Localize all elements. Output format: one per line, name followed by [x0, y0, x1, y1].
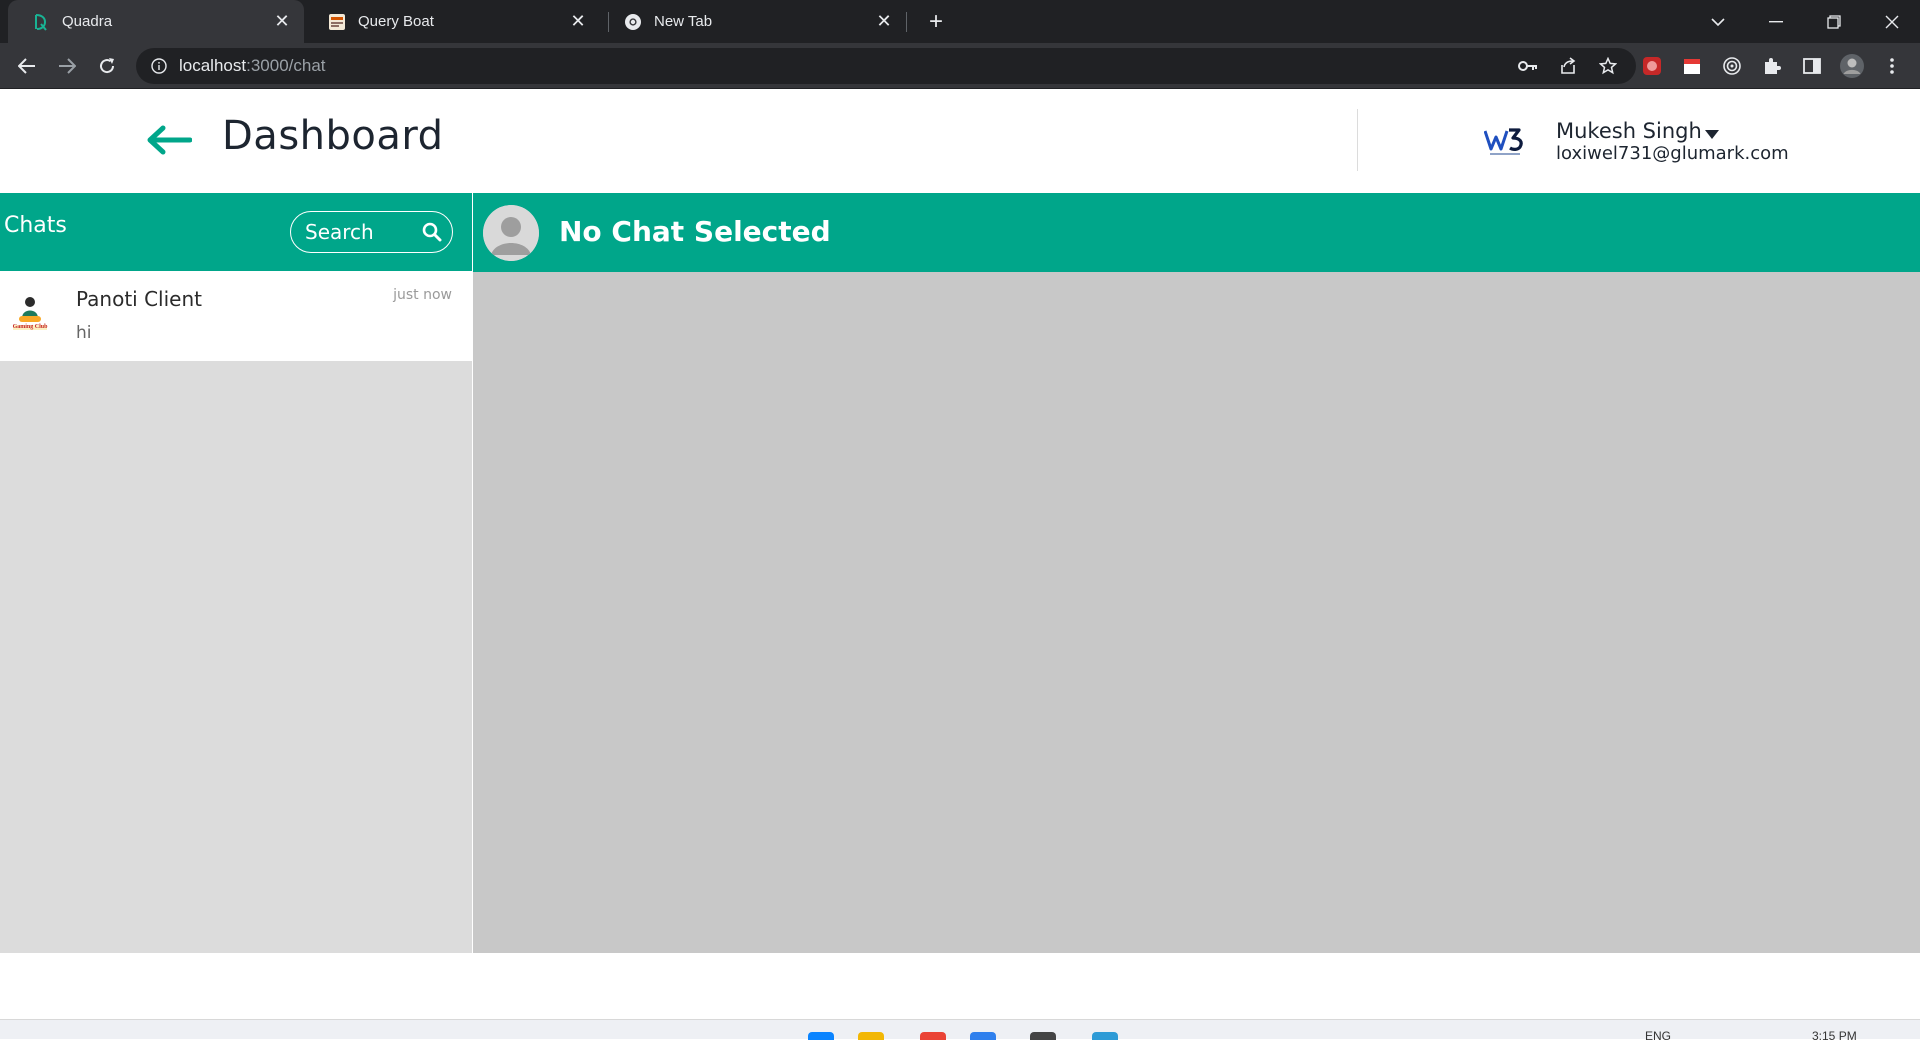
address-bar[interactable]: localhost:3000/chat — [136, 48, 1636, 84]
conversation-pane: No Chat Selected — [473, 193, 1920, 953]
tab-query-boat[interactable]: Query Boat ✕ — [304, 0, 600, 43]
conversation-title: No Chat Selected — [559, 215, 831, 248]
conversation-header: No Chat Selected — [473, 193, 1920, 272]
chat-avatar: Gaming Club — [4, 288, 56, 340]
language-indicator[interactable]: ENG — [1645, 1029, 1671, 1043]
clock[interactable]: 3:15 PM — [1812, 1029, 1857, 1043]
url-host: localhost — [179, 56, 247, 75]
company-logo — [1483, 125, 1526, 159]
chat-name: Panoti Client — [76, 287, 202, 311]
share-icon[interactable] — [1548, 52, 1588, 80]
reload-icon[interactable] — [91, 50, 123, 82]
back-arrow-icon[interactable] — [146, 125, 193, 155]
browser-menu-icon[interactable] — [1878, 52, 1906, 80]
url-path: :3000/chat — [246, 56, 326, 75]
tab-close-icon[interactable]: ✕ — [872, 10, 896, 34]
tab-title: Quadra — [62, 13, 113, 30]
user-menu-caret-icon[interactable] — [1705, 127, 1719, 139]
key-icon[interactable] — [1508, 52, 1548, 80]
query-boat-favicon-icon — [328, 13, 346, 31]
user-name[interactable]: Mukesh Singh — [1556, 119, 1702, 143]
tab-close-icon[interactable]: ✕ — [566, 10, 590, 34]
browser-toolbar: localhost:3000/chat — [0, 43, 1920, 89]
tab-separator — [906, 12, 907, 32]
extension-calendar-icon[interactable] — [1678, 52, 1706, 80]
os-taskbar: ENG 3:15 PM — [0, 1019, 1920, 1043]
browser-tabstrip: Quadra ✕ Query Boat ✕ New Tab ✕ + — [0, 0, 1920, 43]
header-divider — [1357, 109, 1358, 171]
chat-search-box[interactable] — [290, 211, 453, 253]
profile-avatar-icon[interactable] — [1838, 52, 1866, 80]
app-header: Dashboard Mukesh Singh loxiwel731@glumar… — [0, 89, 1920, 193]
bookmark-star-icon[interactable] — [1588, 52, 1628, 80]
extensions-puzzle-icon[interactable] — [1758, 52, 1786, 80]
forward-nav-icon[interactable] — [51, 50, 83, 82]
new-tab-plus-icon[interactable]: + — [922, 8, 950, 36]
omnibox-actions — [1508, 52, 1628, 80]
site-info-icon[interactable] — [149, 56, 169, 76]
minimize-icon[interactable] — [1748, 0, 1804, 43]
tab-new-tab[interactable]: New Tab ✕ — [600, 0, 906, 43]
chat-search-input[interactable] — [303, 219, 418, 245]
url-text: localhost:3000/chat — [179, 56, 326, 76]
tab-search-chevron-icon[interactable] — [1690, 0, 1746, 43]
chrome-icon — [624, 13, 642, 31]
chats-title: Chats — [4, 213, 67, 238]
search-icon[interactable] — [420, 220, 444, 244]
page-title: Dashboard — [222, 113, 444, 159]
restore-icon[interactable] — [1806, 0, 1862, 43]
window-close-icon[interactable] — [1864, 0, 1920, 43]
side-panel-icon[interactable] — [1798, 52, 1826, 80]
user-email: loxiwel731@glumark.com — [1556, 143, 1789, 164]
quadra-favicon-icon — [32, 13, 50, 31]
tab-close-icon[interactable]: ✕ — [270, 10, 294, 34]
tab-title: Query Boat — [358, 13, 434, 30]
chat-avatar-label: Gaming Club — [12, 324, 48, 330]
back-nav-icon[interactable] — [11, 50, 43, 82]
chat-last-message: hi — [76, 323, 92, 343]
extension-target-icon[interactable] — [1718, 52, 1746, 80]
chat-list-header: Chats — [0, 193, 472, 271]
default-avatar-icon — [483, 205, 539, 261]
chat-list-pane: Chats Gaming Club Panoti Client hi just … — [0, 193, 472, 953]
extension-red-icon[interactable] — [1638, 52, 1666, 80]
chat-list-item[interactable]: Gaming Club Panoti Client hi just now — [0, 271, 472, 361]
tab-title: New Tab — [654, 13, 713, 30]
chat-timestamp: just now — [393, 287, 452, 303]
tab-quadra[interactable]: Quadra ✕ — [8, 0, 304, 43]
